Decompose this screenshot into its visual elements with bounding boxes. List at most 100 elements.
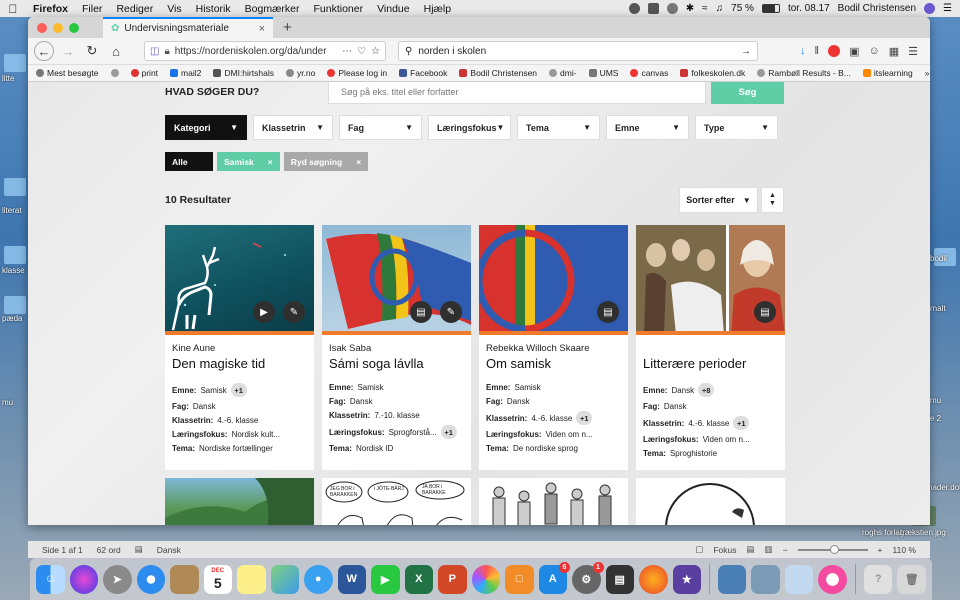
preview-icon[interactable] — [717, 564, 747, 594]
bookmark-star-icon[interactable]: ☆ — [371, 46, 380, 57]
search-bar[interactable]: ⚲ norden i skolen → — [398, 41, 758, 61]
clock[interactable]: tor. 08.17 — [788, 3, 830, 14]
app-store-icon[interactable]: A6 — [538, 561, 570, 594]
menu-item-historik[interactable]: Historik — [189, 3, 238, 15]
print-layout-icon[interactable]: ▤ — [747, 544, 755, 555]
zoom-slider[interactable] — [797, 544, 868, 554]
help-icon[interactable]: ? — [863, 564, 893, 594]
filter-fag[interactable]: Fag ▼ — [339, 115, 422, 140]
result-card-partial[interactable] — [479, 478, 628, 525]
close-tab-icon[interactable]: × — [259, 23, 265, 35]
bookmark-item[interactable]: Please log in — [327, 68, 387, 78]
messages-icon[interactable]: ● — [304, 564, 333, 594]
page-actions-icon[interactable]: ⋯ — [342, 46, 352, 57]
result-card-partial[interactable] — [636, 478, 785, 525]
books-icon[interactable]: □ — [505, 564, 534, 594]
new-tab-button[interactable]: + — [273, 19, 302, 36]
firefox-icon[interactable] — [639, 564, 668, 594]
bookmark-item[interactable]: yr.no — [285, 68, 315, 78]
close-window-button[interactable] — [37, 22, 47, 33]
sort-button[interactable]: Sorter efter ▼ — [679, 187, 758, 213]
filter-laeringsfokus[interactable]: Læringsfokus ▼ — [428, 115, 511, 140]
more-badge[interactable]: +1 — [733, 416, 750, 430]
bookmark-item[interactable]: Rambøll Results - B... — [757, 68, 851, 78]
siri-icon[interactable] — [69, 564, 98, 594]
document-icon[interactable]: ▤ — [410, 301, 432, 323]
result-card[interactable]: ▤ Rebekka Willoch Skaare Om samisk Emne:… — [479, 225, 628, 470]
battery-percentage[interactable]: 75 % — [731, 3, 754, 14]
desktop-file-icon[interactable] — [4, 296, 26, 314]
pencil-icon[interactable]: ✎ — [283, 301, 305, 323]
zoom-level[interactable]: 110 % — [893, 545, 916, 555]
facetime-icon[interactable]: ▶ — [371, 564, 400, 594]
filter-klassetrin[interactable]: Klassetrin ▼ — [253, 115, 333, 140]
result-card-partial[interactable] — [165, 478, 314, 525]
word-count[interactable]: 62 ord — [97, 545, 121, 555]
finder-icon[interactable]: ☺ — [36, 564, 65, 594]
notes-icon[interactable] — [237, 564, 266, 594]
remove-chip-icon[interactable]: × — [356, 157, 361, 167]
filter-tema[interactable]: Tema ▼ — [517, 115, 600, 140]
menu-icon[interactable]: ☰ — [908, 45, 918, 58]
search-query[interactable]: norden i skolen — [418, 46, 735, 57]
bookmark-item[interactable]: folkeskolen.dk — [680, 68, 745, 78]
proofing-icon[interactable]: ▤ — [135, 544, 143, 555]
url-bar[interactable]: ◫ 🔒︎ https://nordeniskolen.org/da/under … — [144, 41, 386, 61]
account-icon[interactable]: ☺ — [868, 45, 879, 57]
itunes-icon[interactable]: ♫ — [818, 564, 847, 594]
safari-icon[interactable] — [136, 564, 165, 594]
adblock-icon[interactable] — [828, 45, 841, 57]
maps-icon[interactable] — [270, 564, 299, 594]
apple-menu-icon[interactable]:  — [0, 2, 26, 16]
chip-samisk[interactable]: Samisk × — [217, 152, 280, 171]
card-title[interactable]: Litterære perioder — [643, 356, 778, 371]
battery-icon[interactable] — [761, 4, 780, 13]
volume-icon[interactable]: ♫ — [716, 3, 724, 14]
printer-icon[interactable]: ▤ — [605, 564, 634, 594]
search-go-icon[interactable]: → — [741, 46, 751, 57]
reload-button[interactable]: ↻ — [82, 41, 102, 61]
focus-button[interactable]: Fokus — [713, 545, 736, 555]
library-icon[interactable]: ‖ — [815, 45, 820, 57]
trash-icon[interactable]: 🗑︎ — [897, 564, 926, 594]
desktop-file-icon[interactable] — [4, 54, 26, 72]
zoom-out-icon[interactable]: − — [783, 545, 788, 555]
pocket-icon[interactable]: ♡ — [357, 46, 366, 57]
bookmark-item[interactable]: print — [130, 68, 158, 78]
time-machine-icon[interactable] — [666, 3, 678, 14]
menu-app-name[interactable]: Firefox — [26, 3, 75, 15]
bookmark-item[interactable]: canvas — [630, 68, 668, 78]
screenshot-icon[interactable]: ▦ — [889, 45, 899, 58]
result-card[interactable]: ▤ Litterære perioder Emne: Dansk +8 Fag: Da… — [636, 225, 785, 470]
forward-button[interactable]: → — [58, 41, 78, 61]
desktop-file-icon[interactable] — [4, 246, 26, 264]
document-icon[interactable]: ▤ — [597, 301, 619, 323]
remove-chip-icon[interactable]: × — [268, 157, 273, 167]
chip-clear-search[interactable]: Ryd søgning × — [283, 152, 369, 171]
bookmark-item[interactable]: itslearning — [862, 68, 913, 78]
more-badge[interactable]: +1 — [230, 383, 247, 397]
user-name[interactable]: Bodil Christensen — [838, 3, 916, 14]
sidebar-icon[interactable]: ▣ — [849, 45, 859, 58]
imovie-icon[interactable]: ★ — [672, 564, 701, 594]
play-icon[interactable]: ▶ — [253, 301, 275, 323]
bookmark-item[interactable]: DMI:hirtshals — [213, 68, 274, 78]
bookmark-item[interactable]: dmi- — [549, 68, 577, 78]
page-indicator[interactable]: Side 1 af 1 — [42, 545, 83, 555]
bluetooth-icon[interactable]: ✱ — [686, 3, 694, 14]
chip-all[interactable]: Alle — [165, 152, 213, 171]
menu-item-funktioner[interactable]: Funktioner — [307, 3, 371, 15]
shield-icon[interactable]: ◫ — [150, 46, 159, 57]
filter-kategori[interactable]: Kategori ▼ — [165, 115, 247, 140]
bookmarks-overflow-icon[interactable]: » — [925, 68, 930, 78]
photos-icon[interactable] — [471, 564, 500, 594]
zoom-window-button[interactable] — [69, 22, 79, 33]
excel-icon[interactable]: X — [404, 564, 433, 594]
web-layout-icon[interactable]: ▥ — [765, 544, 773, 555]
powerpoint-icon[interactable]: P — [438, 564, 467, 594]
menu-item-rediger[interactable]: Rediger — [109, 3, 160, 15]
word-icon[interactable]: W — [337, 564, 366, 594]
card-title[interactable]: Sámi soga lávlla — [329, 356, 464, 371]
menu-item-vindue[interactable]: Vindue — [370, 3, 417, 15]
more-badge[interactable]: +1 — [440, 425, 457, 439]
